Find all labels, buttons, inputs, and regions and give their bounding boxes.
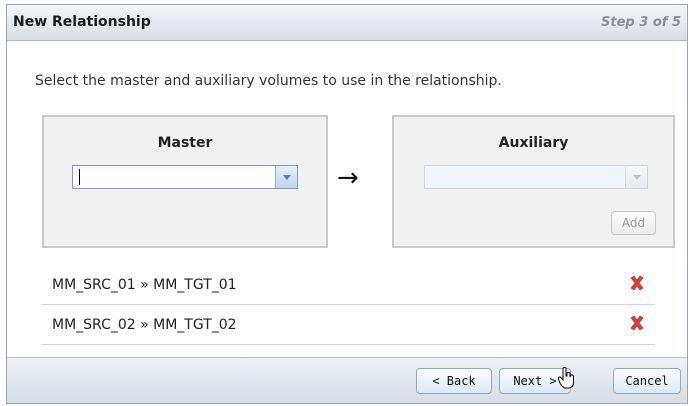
relationship-label: MM_SRC_01 » MM_TGT_01 <box>52 277 237 293</box>
auxiliary-label: Auxiliary <box>498 135 569 151</box>
relationship-label: MM_SRC_02 » MM_TGT_02 <box>52 317 237 333</box>
add-button[interactable]: Add <box>611 211 656 235</box>
relationship-row: MM_SRC_01 » MM_TGT_01 <box>42 265 655 305</box>
hand-cursor-icon <box>557 367 574 389</box>
right-arrow-icon: → <box>337 163 359 193</box>
dialog-title: New Relationship <box>13 14 151 30</box>
master-label: Master <box>157 135 213 151</box>
delete-icon[interactable] <box>629 275 645 291</box>
back-button[interactable]: < Back <box>416 368 492 394</box>
auxiliary-volume-combobox[interactable] <box>424 165 648 189</box>
text-cursor <box>79 169 80 185</box>
delete-icon[interactable] <box>629 315 645 331</box>
dialog-titlebar: New Relationship Step 3 of 5 <box>7 5 687 41</box>
master-volume-combobox[interactable] <box>72 165 298 189</box>
relationship-row: MM_SRC_02 » MM_TGT_02 <box>42 305 655 345</box>
cancel-button[interactable]: Cancel <box>613 368 681 394</box>
chevron-down-icon[interactable] <box>275 166 297 188</box>
new-relationship-dialog: New Relationship Step 3 of 5 Select the … <box>6 4 688 404</box>
instruction-text: Select the master and auxiliary volumes … <box>35 73 502 89</box>
auxiliary-panel: Auxiliary Add <box>392 115 675 248</box>
dialog-footer: < Back Next > Cancel <box>7 357 687 403</box>
master-panel: Master <box>42 115 328 248</box>
step-indicator: Step 3 of 5 <box>601 15 681 30</box>
chevron-down-icon[interactable] <box>625 166 647 188</box>
